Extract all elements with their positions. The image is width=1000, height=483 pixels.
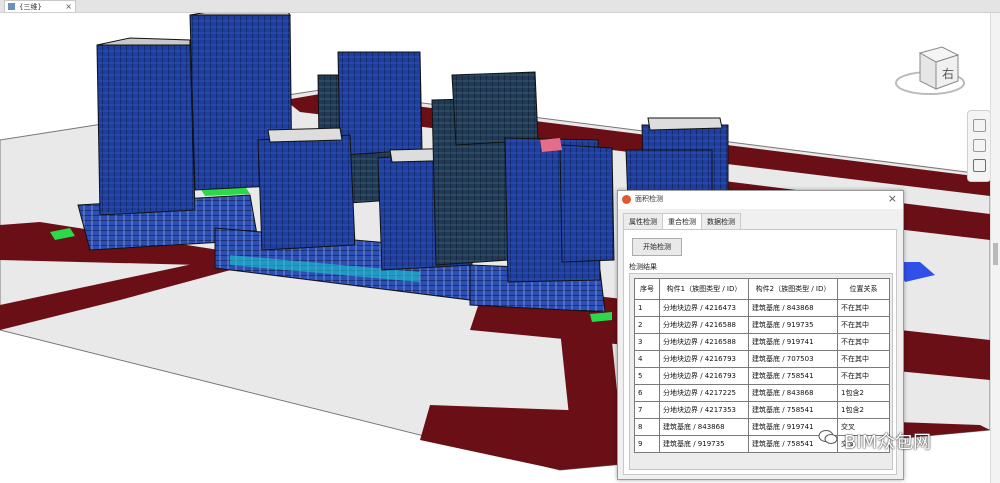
cell-index: 5 bbox=[634, 367, 660, 385]
cell-element1: 分地块边界 / 4217225 bbox=[659, 384, 749, 402]
table-row[interactable]: 7 分地块边界 / 4217353 建筑基底 / 758541 1包含2 bbox=[634, 401, 890, 419]
zoom-icon[interactable] bbox=[973, 159, 986, 172]
cell-relation: 不在其中 bbox=[837, 350, 890, 368]
cell-element1: 分地块边界 / 4216588 bbox=[659, 333, 749, 351]
cell-relation: 不在其中 bbox=[837, 333, 890, 351]
cell-element1: 分地块边界 / 4216793 bbox=[659, 367, 749, 385]
wechat-logo-icon bbox=[818, 430, 838, 444]
cell-element2: 建筑基底 / 919741 bbox=[748, 333, 838, 351]
cell-index: 8 bbox=[634, 418, 660, 436]
cell-element1: 分地块边界 / 4216793 bbox=[659, 350, 749, 368]
view-cube-icon: 右 bbox=[895, 46, 965, 95]
view-cube-face-label: 右 bbox=[942, 66, 954, 81]
cell-relation: 不在其中 bbox=[837, 367, 890, 385]
view-tab-bar: {三维} × bbox=[0, 0, 1000, 13]
dialog-title-bar[interactable]: 面积检测 × bbox=[618, 191, 903, 209]
column-header-element1[interactable]: 构件1（族图类型 / ID） bbox=[659, 278, 749, 300]
cell-element1: 建筑基底 / 919735 bbox=[659, 435, 749, 453]
table-row[interactable]: 2 分地块边界 / 4216588 建筑基底 / 919735 不在其中 bbox=[634, 316, 890, 334]
column-header-relation[interactable]: 位置关系 bbox=[837, 278, 890, 300]
pan-icon[interactable] bbox=[973, 139, 986, 152]
watermark: BIM众包网 bbox=[818, 426, 978, 453]
cell-element1: 分地块边界 / 4216588 bbox=[659, 316, 749, 334]
cell-index: 1 bbox=[634, 299, 660, 317]
column-header-index[interactable]: 序号 bbox=[634, 278, 660, 300]
table-row[interactable]: 3 分地块边界 / 4216588 建筑基底 / 919741 不在其中 bbox=[634, 333, 890, 351]
cell-index: 9 bbox=[634, 435, 660, 453]
cell-relation: 1包含2 bbox=[837, 384, 890, 402]
scrollbar-thumb[interactable] bbox=[993, 243, 998, 265]
cell-index: 3 bbox=[634, 333, 660, 351]
cell-relation: 不在其中 bbox=[837, 316, 890, 334]
3d-view-icon bbox=[8, 3, 15, 10]
cell-element1: 分地块边界 / 4216473 bbox=[659, 299, 749, 317]
cell-relation: 不在其中 bbox=[837, 299, 890, 317]
cell-element2: 建筑基底 / 758541 bbox=[748, 401, 838, 419]
table-row[interactable]: 5 分地块边界 / 4216793 建筑基底 / 758541 不在其中 bbox=[634, 367, 890, 385]
column-header-element2[interactable]: 构件2（族图类型 / ID） bbox=[748, 278, 838, 300]
view-cube[interactable]: 右 bbox=[892, 45, 972, 100]
close-icon[interactable]: × bbox=[888, 192, 897, 205]
table-header-row: 序号 构件1（族图类型 / ID） 构件2（族图类型 / ID） 位置关系 bbox=[634, 278, 890, 300]
tab-3d-view-label: {三维} bbox=[19, 3, 42, 11]
app-logo-icon bbox=[622, 195, 631, 204]
cell-element2: 建筑基底 / 843868 bbox=[748, 299, 838, 317]
vertical-scrollbar[interactable] bbox=[990, 13, 1000, 483]
table-row[interactable]: 6 分地块边界 / 4217225 建筑基底 / 843868 1包含2 bbox=[634, 384, 890, 402]
cell-element1: 建筑基底 / 843868 bbox=[659, 418, 749, 436]
steering-wheel-icon[interactable] bbox=[973, 119, 986, 132]
close-icon[interactable]: × bbox=[65, 1, 72, 13]
table-row[interactable]: 4 分地块边界 / 4216793 建筑基底 / 707503 不在其中 bbox=[634, 350, 890, 368]
watermark-text: BIM众包网 bbox=[844, 432, 932, 453]
tab-3d-view[interactable]: {三维} × bbox=[4, 0, 76, 12]
navigation-bar bbox=[967, 110, 991, 182]
cell-element2: 建筑基底 / 919735 bbox=[748, 316, 838, 334]
cell-relation: 1包含2 bbox=[837, 401, 890, 419]
start-detection-button[interactable]: 开始检测 bbox=[632, 238, 682, 256]
table-row[interactable]: 1 分地块边界 / 4216473 建筑基底 / 843868 不在其中 bbox=[634, 299, 890, 317]
cell-index: 7 bbox=[634, 401, 660, 419]
cell-element1: 分地块边界 / 4217353 bbox=[659, 401, 749, 419]
results-label: 检测结果 bbox=[629, 263, 657, 271]
cell-element2: 建筑基底 / 843868 bbox=[748, 384, 838, 402]
cell-index: 4 bbox=[634, 350, 660, 368]
cell-element2: 建筑基底 / 707503 bbox=[748, 350, 838, 368]
cell-index: 6 bbox=[634, 384, 660, 402]
dialog-title: 面积检测 bbox=[635, 195, 663, 203]
cell-element2: 建筑基底 / 758541 bbox=[748, 367, 838, 385]
cell-index: 2 bbox=[634, 316, 660, 334]
